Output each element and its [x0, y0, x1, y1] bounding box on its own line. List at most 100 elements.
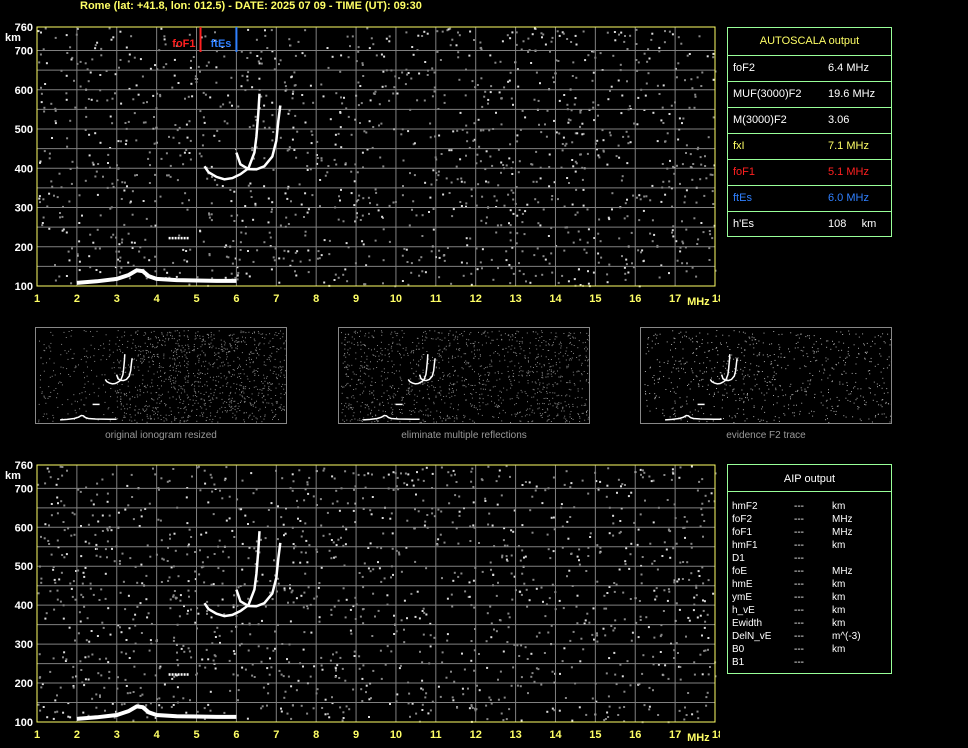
- x-tick-label: 13: [509, 293, 521, 305]
- aip-unit: km: [832, 501, 846, 512]
- autoscala-row-muf3000f2: MUF(3000)F2 19.6 MHz: [728, 81, 891, 106]
- aip-value: ---: [794, 566, 804, 577]
- y-tick-label: 300: [15, 639, 33, 651]
- thumbnail-multiple-reflections: [338, 327, 590, 424]
- aip-row-hme: hmE --- km: [728, 579, 891, 592]
- x-tick-label: 11: [430, 293, 442, 305]
- aip-label: D1: [732, 553, 745, 564]
- y-axis-label: km: [5, 32, 21, 44]
- y-tick-label: 200: [15, 678, 33, 690]
- aip-unit: km: [832, 592, 846, 603]
- grid: [36, 465, 716, 723]
- aip-unit: m^(-3): [832, 631, 861, 642]
- noise-dots: [37, 27, 717, 288]
- y-tick-label: 400: [15, 163, 33, 175]
- aip-unit: MHz: [832, 566, 853, 577]
- aip-unit: km: [832, 644, 846, 655]
- x-tick-label: 9: [353, 293, 359, 305]
- thumbnail-f2-trace: [640, 327, 892, 424]
- aip-value: ---: [794, 553, 804, 564]
- aip-label: foF1: [732, 527, 753, 538]
- y-tick-label: 600: [15, 85, 33, 97]
- autoscala-value: 108 km: [828, 218, 877, 230]
- x-tick-label: 9: [353, 729, 359, 741]
- aip-value: ---: [794, 579, 804, 590]
- x-tick-label: 5: [193, 293, 199, 305]
- x-tick-label: 11: [430, 729, 442, 741]
- aip-row-hve: h_vE --- km: [728, 605, 891, 618]
- autoscala-value: 7.1 MHz: [828, 140, 869, 152]
- aip-row-hmf1: hmF1 --- km: [728, 540, 891, 553]
- aip-value: ---: [794, 501, 804, 512]
- aip-label: B0: [732, 644, 745, 655]
- x-tick-label: 10: [390, 729, 402, 741]
- autoscala-panel: AUTOSCALA output foF2 6.4 MHz MUF(3000)F2 1…: [727, 27, 892, 237]
- autoscala-title: AUTOSCALA output: [759, 35, 860, 47]
- aip-value: ---: [794, 527, 804, 538]
- autoscala-label: ftEs: [733, 192, 752, 204]
- y-tick-label: 500: [15, 124, 33, 136]
- aip-row-ewidth: Ewidth --- km: [728, 618, 891, 631]
- aip-unit: km: [832, 605, 846, 616]
- aip-label: hmF2: [732, 501, 758, 512]
- trace-F2_ordinary: [203, 531, 261, 618]
- caption-f2-trace: evidence F2 trace: [726, 430, 806, 441]
- aip-value: ---: [794, 592, 804, 603]
- x-tick-label: 1: [34, 293, 40, 305]
- x-tick-label: 15: [589, 293, 601, 305]
- x-tick-label: 2: [74, 293, 80, 305]
- aip-unit: MHz: [832, 527, 853, 538]
- marker-foF1: [199, 27, 202, 52]
- aip-label: hmE: [732, 579, 753, 590]
- aip-title: AIP output: [783, 473, 836, 485]
- x-tick-label: 17: [669, 729, 681, 741]
- autoscala-row-fof2: foF2 6.4 MHz: [728, 55, 891, 80]
- grid: [36, 27, 716, 287]
- aip-row-delnve: DelN_vE --- m^(-3): [728, 631, 891, 644]
- y-tick-label: 700: [15, 46, 33, 58]
- x-axis-label: MHz: [687, 732, 710, 744]
- aip-unit: km: [832, 618, 846, 629]
- autoscala-label: fxI: [733, 140, 745, 152]
- y-tick-label: 500: [15, 561, 33, 573]
- x-tick-label: 13: [509, 729, 521, 741]
- aip-row-foe: foE --- MHz: [728, 566, 891, 579]
- autoscala-row-fxi: fxI 7.1 MHz: [728, 133, 891, 158]
- x-tick-label: 17: [669, 293, 681, 305]
- thumbnail-original: [35, 327, 287, 424]
- x-tick-label: 8: [313, 729, 319, 741]
- autoscala-label: MUF(3000)F2: [733, 88, 802, 100]
- x-tick-label: 12: [470, 293, 482, 305]
- autoscala-label: foF1: [733, 166, 756, 178]
- caption-multiple-reflections: eliminate multiple reflections: [401, 430, 527, 441]
- y-tick-label: 700: [15, 483, 33, 495]
- x-tick-label: 8: [313, 293, 319, 305]
- autoscala-value: 19.6 MHz: [828, 88, 876, 100]
- x-axis-label: MHz: [687, 296, 710, 308]
- x-tick-label: 14: [549, 293, 562, 305]
- aip-value: ---: [794, 605, 804, 616]
- autoscala-row-hes: h'Es 108 km: [728, 211, 891, 236]
- aip-label: ymE: [732, 592, 752, 603]
- aip-row-yme: ymE --- km: [728, 592, 891, 605]
- aip-divider: [728, 491, 891, 492]
- aip-label: DelN_vE: [732, 631, 772, 642]
- autoscala-row-m3000f2: M(3000)F2 3.06: [728, 107, 891, 132]
- aip-value: ---: [794, 540, 804, 551]
- x-tick-label: 16: [629, 729, 641, 741]
- x-tick-label: 10: [390, 293, 402, 305]
- aip-row-b1: B1 ---: [728, 657, 891, 670]
- caption-original: original ionogram resized: [105, 430, 217, 441]
- aip-label: B1: [732, 657, 745, 668]
- marker-label-foF1: foF1: [172, 38, 195, 50]
- x-tick-label: 1: [34, 729, 40, 741]
- autoscala-label: foF2: [733, 62, 756, 74]
- aip-value: ---: [794, 514, 804, 525]
- x-tick-label: 3: [114, 729, 120, 741]
- aip-label: Ewidth: [732, 618, 763, 629]
- x-tick-label: 14: [549, 729, 562, 741]
- autoscala-row-ftes: ftEs 6.0 MHz: [728, 185, 891, 210]
- autoscala-label: M(3000)F2: [733, 114, 787, 126]
- aip-label: h_vE: [732, 605, 755, 616]
- x-tick-label: 7: [273, 293, 279, 305]
